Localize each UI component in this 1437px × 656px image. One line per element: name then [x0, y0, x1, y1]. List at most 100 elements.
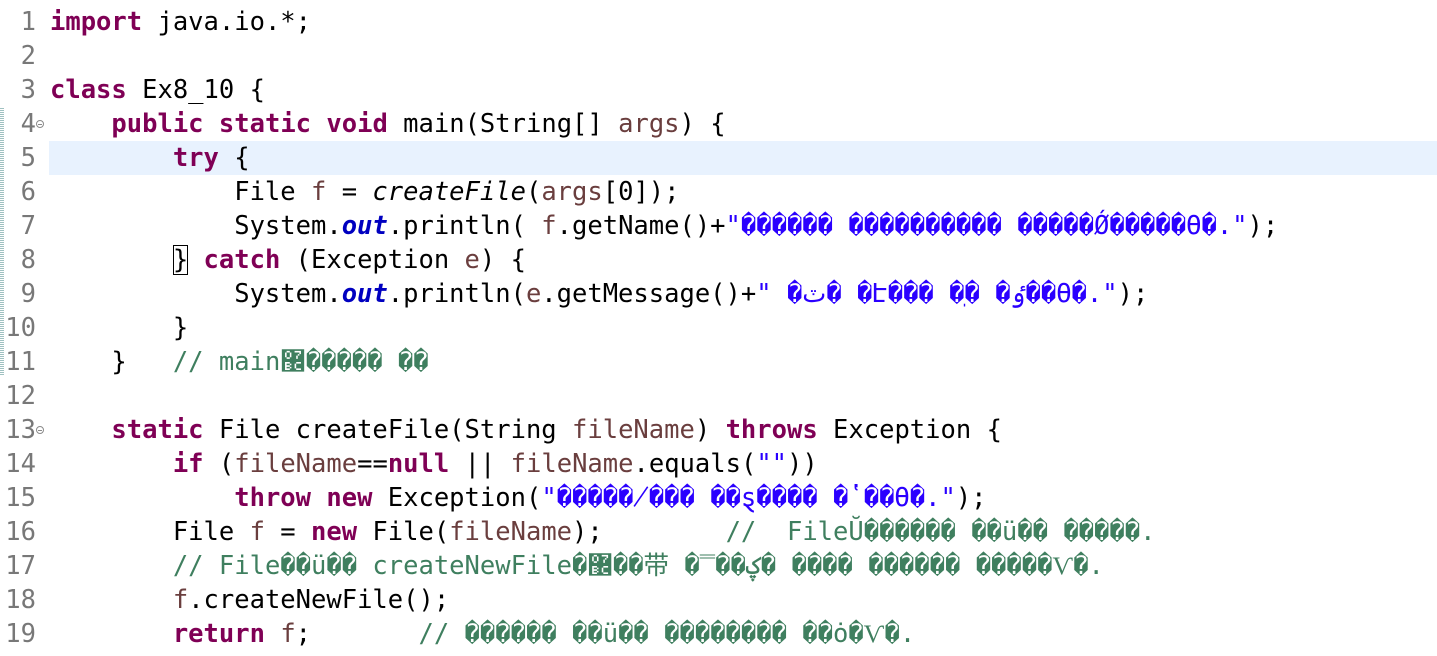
string-token: "" — [756, 449, 788, 479]
keyword-token: new — [311, 517, 358, 547]
variable-token: fileName — [572, 415, 695, 445]
line-number: 7 — [20, 211, 36, 241]
comment-token: // FileŬ������ ��ü�� �����. — [725, 517, 1156, 547]
code-text[interactable]: try { — [50, 141, 250, 175]
code-line[interactable]: 17 // File��ü�� createNewFile�޼��带 �̿��ؼ… — [0, 549, 1437, 583]
code-token: java.io.*; — [142, 7, 312, 37]
code-token: .println( — [387, 279, 526, 309]
keyword-token: catch — [203, 245, 281, 275]
code-text[interactable]: return f; // ������ ��ü�� �������� ��ȯ�Ѵ… — [50, 617, 915, 651]
comment-token: // File��ü�� createNewFile�޼��带 �̿��ؼ� �… — [172, 551, 1104, 581]
code-line[interactable]: 4 public static void main(String[] args)… — [0, 107, 1437, 141]
code-token: = — [264, 517, 312, 547]
line-number: 14 — [5, 449, 36, 479]
code-line[interactable]: 6 File f = createFile(args[0]); — [0, 175, 1437, 209]
code-text[interactable]: } catch (Exception e) { — [50, 243, 526, 277]
variable-token: f — [172, 585, 189, 615]
code-line[interactable]: 10 } — [0, 311, 1437, 345]
keyword-token: null — [387, 449, 450, 479]
code-line[interactable]: 8 } catch (Exception e) { — [0, 243, 1437, 277]
line-number: 10 — [5, 313, 36, 343]
code-text[interactable]: } // main޼����� �� — [50, 345, 429, 379]
variable-token: args — [618, 109, 680, 139]
line-number: 13 — [5, 415, 36, 445]
code-line[interactable]: 3 class Ex8_10 { — [0, 73, 1437, 107]
code-token: ) — [694, 415, 726, 445]
code-line[interactable]: 16 File f = new File(fileName); // FileŬ… — [0, 515, 1437, 549]
keyword-token: public — [111, 109, 204, 139]
line-number: 5 — [20, 143, 36, 173]
line-number: 11 — [5, 347, 36, 377]
code-editor[interactable]: 1 import java.io.*; 2 3 class Ex8_10 {4 publ… — [0, 0, 1437, 656]
code-text[interactable]: f.createNewFile(); — [50, 583, 449, 617]
code-line[interactable]: 2 — [0, 39, 1437, 73]
code-text[interactable]: // File��ü�� createNewFile�޼��带 �̿��ؼ� �… — [50, 549, 1104, 583]
code-token: )) — [787, 449, 818, 479]
code-line[interactable]: 11 } // main޼����� �� — [0, 345, 1437, 379]
code-line[interactable]: 12 — [0, 379, 1437, 413]
line-number: 9 — [20, 279, 36, 309]
code-token: ); — [1117, 279, 1149, 309]
code-token: ); — [572, 517, 726, 547]
code-line[interactable]: 19 return f; // ������ ��ü�� �������� ��… — [0, 617, 1437, 651]
line-number: 18 — [5, 585, 36, 615]
string-token: "������ ���������� �����Ǿ�����ϴ�." — [725, 211, 1248, 241]
code-text[interactable]: File f = new File(fileName); // FileŬ���… — [50, 515, 1156, 549]
line-number: 17 — [5, 551, 36, 581]
comment-token: // main޼����� �� — [172, 347, 429, 377]
code-text[interactable]: throw new Exception("�����̸��� ��ȿ���� �… — [50, 481, 986, 515]
code-token: System. — [50, 279, 342, 309]
code-token: == — [357, 449, 388, 479]
fold-toggle-icon[interactable] — [36, 426, 44, 434]
code-text[interactable]: import java.io.*; — [50, 5, 311, 39]
code-text[interactable]: File f = createFile(args[0]); — [50, 175, 680, 209]
keyword-token: import — [50, 7, 143, 37]
variable-token: fileName — [510, 449, 634, 479]
code-text[interactable]: System.out.println(e.getMessage()+" �ٽ� … — [50, 277, 1148, 311]
static-field-token: out — [341, 279, 388, 309]
matching-bracket: } — [172, 245, 189, 275]
code-line[interactable]: 7 System.out.println( f.getName()+"�����… — [0, 209, 1437, 243]
variable-token: f — [249, 517, 265, 547]
code-line[interactable]: 15 throw new Exception("�����̸��� ��ȿ���… — [0, 481, 1437, 515]
code-token: .getName()+ — [556, 211, 726, 241]
variable-token: f — [311, 177, 327, 207]
fold-toggle-icon[interactable] — [36, 120, 44, 128]
keyword-token: return — [172, 619, 265, 649]
line-number: 6 — [20, 177, 36, 207]
code-token: Exception( — [372, 483, 542, 513]
code-line[interactable]: 13 static File createFile(String fileNam… — [0, 413, 1437, 447]
keyword-token: new — [326, 483, 373, 513]
code-line[interactable]: 18 f.createNewFile(); — [0, 583, 1437, 617]
code-token: ( — [525, 177, 542, 207]
code-token: Ex8_10 { — [126, 75, 265, 105]
line-number: 16 — [5, 517, 36, 547]
string-token: " �ٽ� �Է��� �ֽ� �ٶ��ϴ�." — [756, 279, 1118, 309]
code-token: [0]); — [602, 177, 680, 207]
code-line[interactable]: 1 import java.io.*; — [0, 5, 1437, 39]
code-text[interactable]: class Ex8_10 { — [50, 73, 265, 107]
code-text[interactable]: if (fileName==null || fileName.equals(""… — [50, 447, 818, 481]
variable-token: e — [525, 279, 542, 309]
code-line[interactable]: 5 try { — [0, 141, 1437, 175]
variable-token: args — [541, 177, 603, 207]
variable-token: f — [280, 619, 296, 649]
line-number: 12 — [5, 381, 36, 411]
code-line[interactable]: 14 if (fileName==null || fileName.equals… — [0, 447, 1437, 481]
code-text[interactable]: System.out.println( f.getName()+"������ … — [50, 209, 1278, 243]
variable-token: fileName — [234, 449, 358, 479]
current-line-highlight — [49, 141, 1437, 175]
code-text[interactable]: public static void main(String[] args) { — [50, 107, 725, 141]
code-text[interactable]: } — [50, 311, 188, 345]
code-line[interactable]: 9 System.out.println(e.getMessage()+" �ٽ… — [0, 277, 1437, 311]
code-token: ) { — [479, 245, 526, 275]
keyword-token: static — [218, 109, 312, 139]
code-text[interactable]: static File createFile(String fileName) … — [50, 413, 1002, 447]
